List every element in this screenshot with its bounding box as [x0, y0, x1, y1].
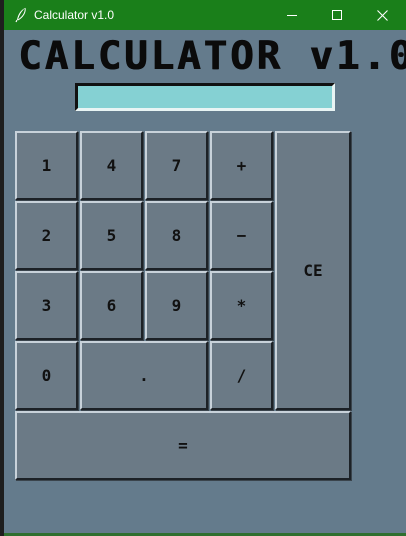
maximize-icon: [332, 10, 342, 20]
title-bar[interactable]: Calculator v1.0: [4, 0, 406, 30]
display-field[interactable]: [75, 83, 335, 111]
key-clear[interactable]: CE: [275, 131, 351, 410]
key-6[interactable]: 6: [80, 271, 143, 340]
key-5[interactable]: 5: [80, 201, 143, 270]
key-equals[interactable]: =: [15, 411, 351, 480]
calculator-window: Calculator v1.0 CALCULATOR v1.0 1 4 7 + …: [4, 0, 406, 536]
app-heading: CALCULATOR v1.0: [18, 34, 406, 79]
minimize-button[interactable]: [270, 0, 314, 30]
minimize-icon: [287, 10, 297, 20]
key-decimal[interactable]: .: [80, 341, 208, 410]
key-8[interactable]: 8: [145, 201, 208, 270]
key-plus[interactable]: +: [210, 131, 273, 200]
key-7[interactable]: 7: [145, 131, 208, 200]
key-3[interactable]: 3: [15, 271, 78, 340]
key-1[interactable]: 1: [15, 131, 78, 200]
key-multiply[interactable]: *: [210, 271, 273, 340]
key-4[interactable]: 4: [80, 131, 143, 200]
window-title: Calculator v1.0: [34, 8, 115, 22]
close-icon: [376, 9, 388, 21]
close-button[interactable]: [360, 0, 404, 30]
key-2[interactable]: 2: [15, 201, 78, 270]
feather-icon: [14, 7, 28, 23]
key-0[interactable]: 0: [15, 341, 78, 410]
key-9[interactable]: 9: [145, 271, 208, 340]
key-divide[interactable]: /: [210, 341, 273, 410]
key-minus[interactable]: −: [210, 201, 273, 270]
maximize-button[interactable]: [315, 0, 359, 30]
